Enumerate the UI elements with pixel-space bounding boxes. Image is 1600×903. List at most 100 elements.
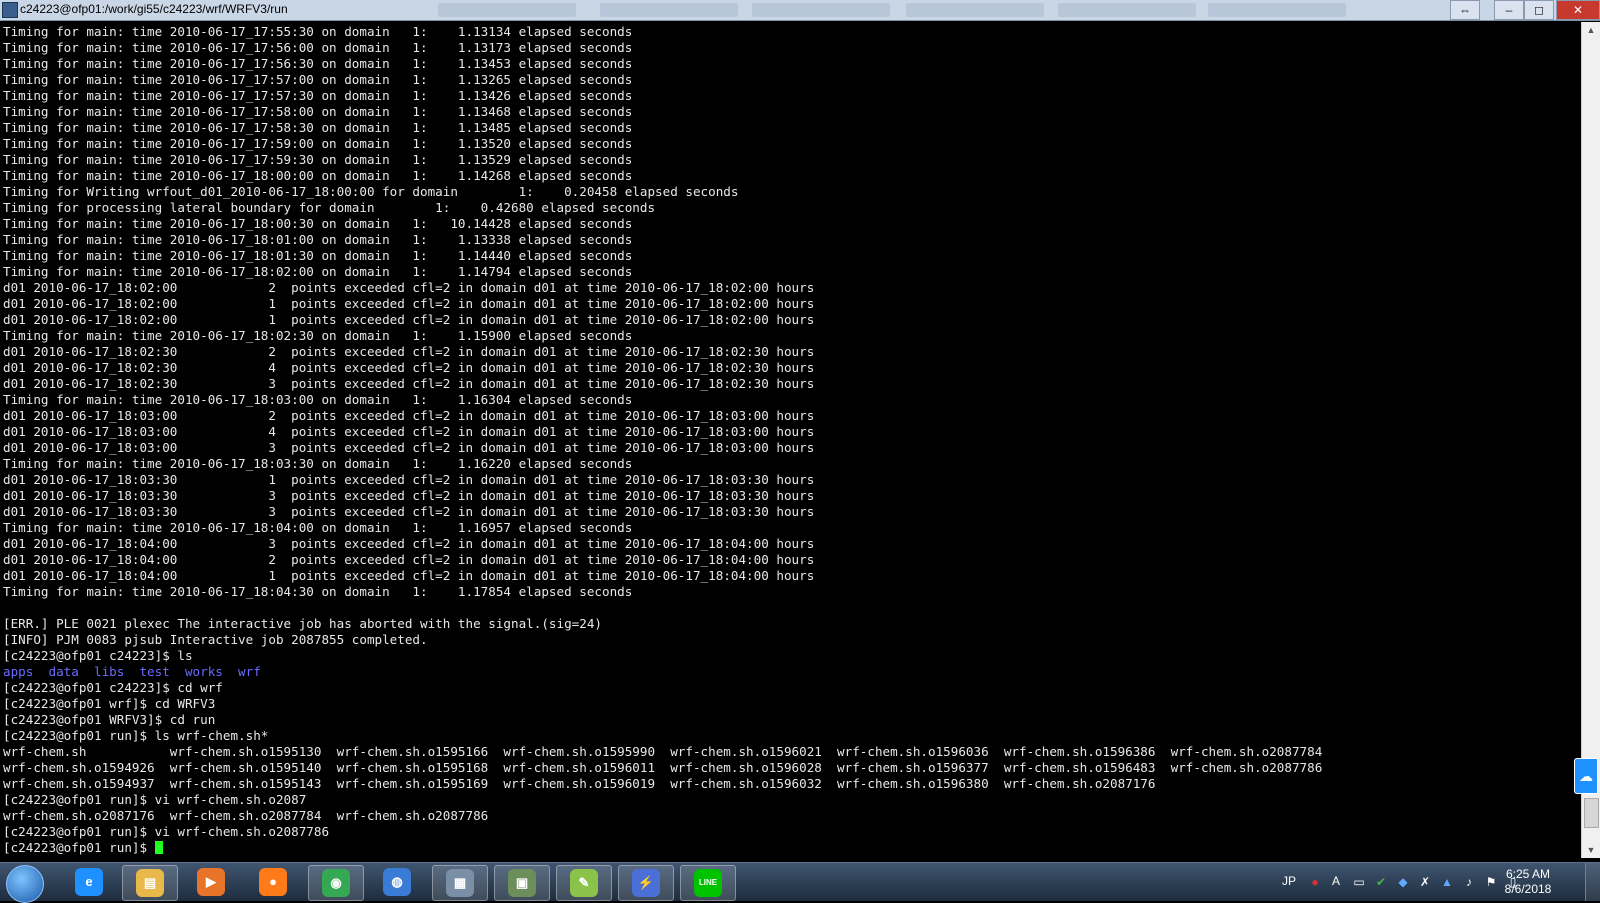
taskbar-app-button[interactable]: ▤ [122, 865, 178, 901]
alert-icon[interactable]: ● [1308, 875, 1322, 889]
terminal-line: [c24223@ofp01 run]$ vi wrf-chem.sh.o2087 [3, 792, 307, 807]
terminal-line: [c24223@ofp01 wrf]$ cd WRFV3 [3, 696, 216, 711]
taskbar-app-button[interactable]: LINE [680, 865, 736, 901]
terminal-line: Timing for main: time 2010-06-17_18:04:3… [3, 584, 633, 599]
network-icon[interactable]: ▲ [1440, 875, 1454, 889]
terminal-line: Timing for main: time 2010-06-17_18:04:0… [3, 520, 633, 535]
taskbar-app-button[interactable]: ▦ [432, 865, 488, 901]
clock-time: 6:25 AM [1505, 867, 1551, 881]
terminal-line: [c24223@ofp01 c24223]$ cd wrf [3, 680, 223, 695]
taskbar-app-button[interactable]: ◉ [308, 865, 364, 901]
terminal-line: wrf-chem.sh.o1594937 wrf-chem.sh.o159514… [3, 776, 1156, 791]
terminal-line: Timing for main: time 2010-06-17_17:57:3… [3, 88, 633, 103]
terminal-line: d01 2010-06-17_18:02:00 1 points exceede… [3, 296, 815, 311]
line-icon: LINE [694, 869, 722, 897]
taskbar-app-button[interactable]: ◍ [370, 865, 424, 899]
terminal-line: d01 2010-06-17_18:02:00 1 points exceede… [3, 312, 815, 327]
remote-desktop-icon: ▣ [508, 869, 536, 897]
minimize-button[interactable]: – [1494, 0, 1524, 20]
terminal-line: [c24223@ofp01 run]$ vi wrf-chem.sh.o2087… [3, 824, 330, 839]
maximize-button[interactable]: ◻ [1524, 0, 1554, 20]
terminal-line: Timing for main: time 2010-06-17_18:03:3… [3, 456, 633, 471]
taskbar-app-button[interactable]: e [62, 865, 116, 899]
terminal-scrollbar[interactable]: ▲ ▼ [1581, 22, 1600, 858]
close-button[interactable]: ✕ [1556, 0, 1600, 20]
terminal-line: Timing for main: time 2010-06-17_17:58:3… [3, 120, 633, 135]
terminal-line: Timing for main: time 2010-06-17_17:59:0… [3, 136, 633, 151]
window-title: c24223@ofp01:/work/gi55/c24223/wrf/WRFV3… [20, 2, 288, 16]
terminal-line: Timing for processing lateral boundary f… [3, 200, 656, 215]
terminal-output[interactable]: Timing for main: time 2010-06-17_17:55:3… [0, 22, 1582, 858]
terminal-line: [INFO] PJM 0083 pjsub Interactive job 20… [3, 632, 428, 647]
restore-icon[interactable]: ⇔ [1450, 0, 1480, 20]
clock-date: 8/6/2018 [1504, 882, 1552, 896]
terminal-line: d01 2010-06-17_18:02:30 2 points exceede… [3, 344, 815, 359]
notepad-icon: ✎ [570, 869, 598, 897]
terminal-line: d01 2010-06-17_18:02:30 4 points exceede… [3, 360, 815, 375]
terminal-lines: Timing for main: time 2010-06-17_17:55:3… [0, 22, 1582, 856]
scrollbar-thumb[interactable] [1584, 798, 1599, 828]
terminal-line: Timing for main: time 2010-06-17_17:57:0… [3, 72, 633, 87]
security-icon[interactable]: ◆ [1396, 875, 1410, 889]
calculator-icon: ▦ [446, 869, 474, 897]
terminal-line: d01 2010-06-17_18:04:00 1 points exceede… [3, 568, 815, 583]
taskbar: e ▤ ▶ ● ◉ ◍ ▦ ▣ ✎ ⚡ LINE JP ● A ▭ ✔ ◆ ✗ ▲ ♪ ⚑ ▯ 6:… [0, 862, 1600, 903]
start-button[interactable] [6, 865, 44, 903]
chrome-icon: ◉ [322, 869, 350, 897]
ime-mode-indicator[interactable]: A [1332, 874, 1340, 888]
terminal-line: d01 2010-06-17_18:03:30 3 points exceede… [3, 504, 815, 519]
sync-icon[interactable]: ✔ [1374, 875, 1388, 889]
background-tab[interactable] [906, 3, 1044, 17]
terminal-line: wrf-chem.sh.o2087176 wrf-chem.sh.o208778… [3, 808, 489, 823]
terminal-line: d01 2010-06-17_18:02:30 3 points exceede… [3, 376, 815, 391]
terminal-line: Timing for Writing wrfout_d01_2010-06-17… [3, 184, 739, 199]
putty-window-icon[interactable] [2, 2, 18, 18]
terminal-line: Timing for main: time 2010-06-17_18:02:3… [3, 328, 633, 343]
background-tab[interactable] [1208, 3, 1346, 17]
file-explorer-icon: ▤ [136, 869, 164, 897]
media-player-icon: ▶ [197, 868, 225, 896]
terminal-line: d01 2010-06-17_18:03:00 2 points exceede… [3, 408, 815, 423]
taskbar-app-button[interactable]: ▣ [494, 865, 550, 901]
terminal-line: Timing for main: time 2010-06-17_18:01:0… [3, 232, 633, 247]
taskbar-app-button[interactable]: ✎ [556, 865, 612, 901]
terminal-prompt-line[interactable]: [c24223@ofp01 run]$ [3, 840, 1582, 856]
terminal-line: d01 2010-06-17_18:04:00 3 points exceede… [3, 536, 815, 551]
background-tab[interactable] [752, 3, 890, 17]
show-desktop-button[interactable] [1585, 863, 1600, 901]
putty-icon: ⚡ [632, 869, 660, 897]
terminal-cursor [154, 841, 163, 854]
terminal-line: wrf-chem.sh.o1594926 wrf-chem.sh.o159514… [3, 760, 1323, 775]
terminal-line: apps data libs test works wrf [3, 664, 261, 679]
terminal-line: d01 2010-06-17_18:03:30 3 points exceede… [3, 488, 815, 503]
background-tab[interactable] [600, 3, 738, 17]
terminal-line: Timing for main: time 2010-06-17_17:55:3… [3, 24, 633, 39]
terminal-line: d01 2010-06-17_18:02:00 2 points exceede… [3, 280, 815, 295]
language-indicator[interactable]: JP [1282, 874, 1296, 888]
chat-widget-icon[interactable]: ☁ [1574, 758, 1598, 794]
taskbar-app-button[interactable]: ● [246, 865, 300, 899]
internet-explorer-icon: e [75, 868, 103, 896]
firefox-icon: ● [259, 868, 287, 896]
terminal-line: Timing for main: time 2010-06-17_17:58:0… [3, 104, 633, 119]
message-icon[interactable]: ▭ [1352, 875, 1366, 889]
taskbar-app-button[interactable]: ▶ [184, 865, 238, 899]
terminal-line: Timing for main: time 2010-06-17_18:00:0… [3, 168, 633, 183]
terminal-line: d01 2010-06-17_18:03:00 3 points exceede… [3, 440, 815, 455]
terminal-line: Timing for main: time 2010-06-17_18:01:3… [3, 248, 633, 263]
background-tab[interactable] [438, 3, 576, 17]
scroll-up-icon[interactable]: ▲ [1582, 22, 1600, 38]
terminal-line: Timing for main: time 2010-06-17_18:03:0… [3, 392, 633, 407]
tools-icon[interactable]: ✗ [1418, 875, 1432, 889]
volume-icon[interactable]: ♪ [1462, 875, 1476, 889]
terminal-line: Timing for main: time 2010-06-17_17:56:3… [3, 56, 633, 71]
taskbar-app-button[interactable]: ⚡ [618, 865, 674, 901]
terminal-line: d01 2010-06-17_18:03:00 4 points exceede… [3, 424, 815, 439]
background-tab[interactable] [1058, 3, 1196, 17]
clock[interactable]: 6:25 AM 8/6/2018 [1496, 867, 1560, 897]
terminal-prompt: [c24223@ofp01 run]$ [3, 840, 155, 855]
scroll-down-icon[interactable]: ▼ [1582, 842, 1600, 858]
terminal-line: [c24223@ofp01 run]$ ls wrf-chem.sh* [3, 728, 269, 743]
terminal-line: Timing for main: time 2010-06-17_18:00:3… [3, 216, 633, 231]
